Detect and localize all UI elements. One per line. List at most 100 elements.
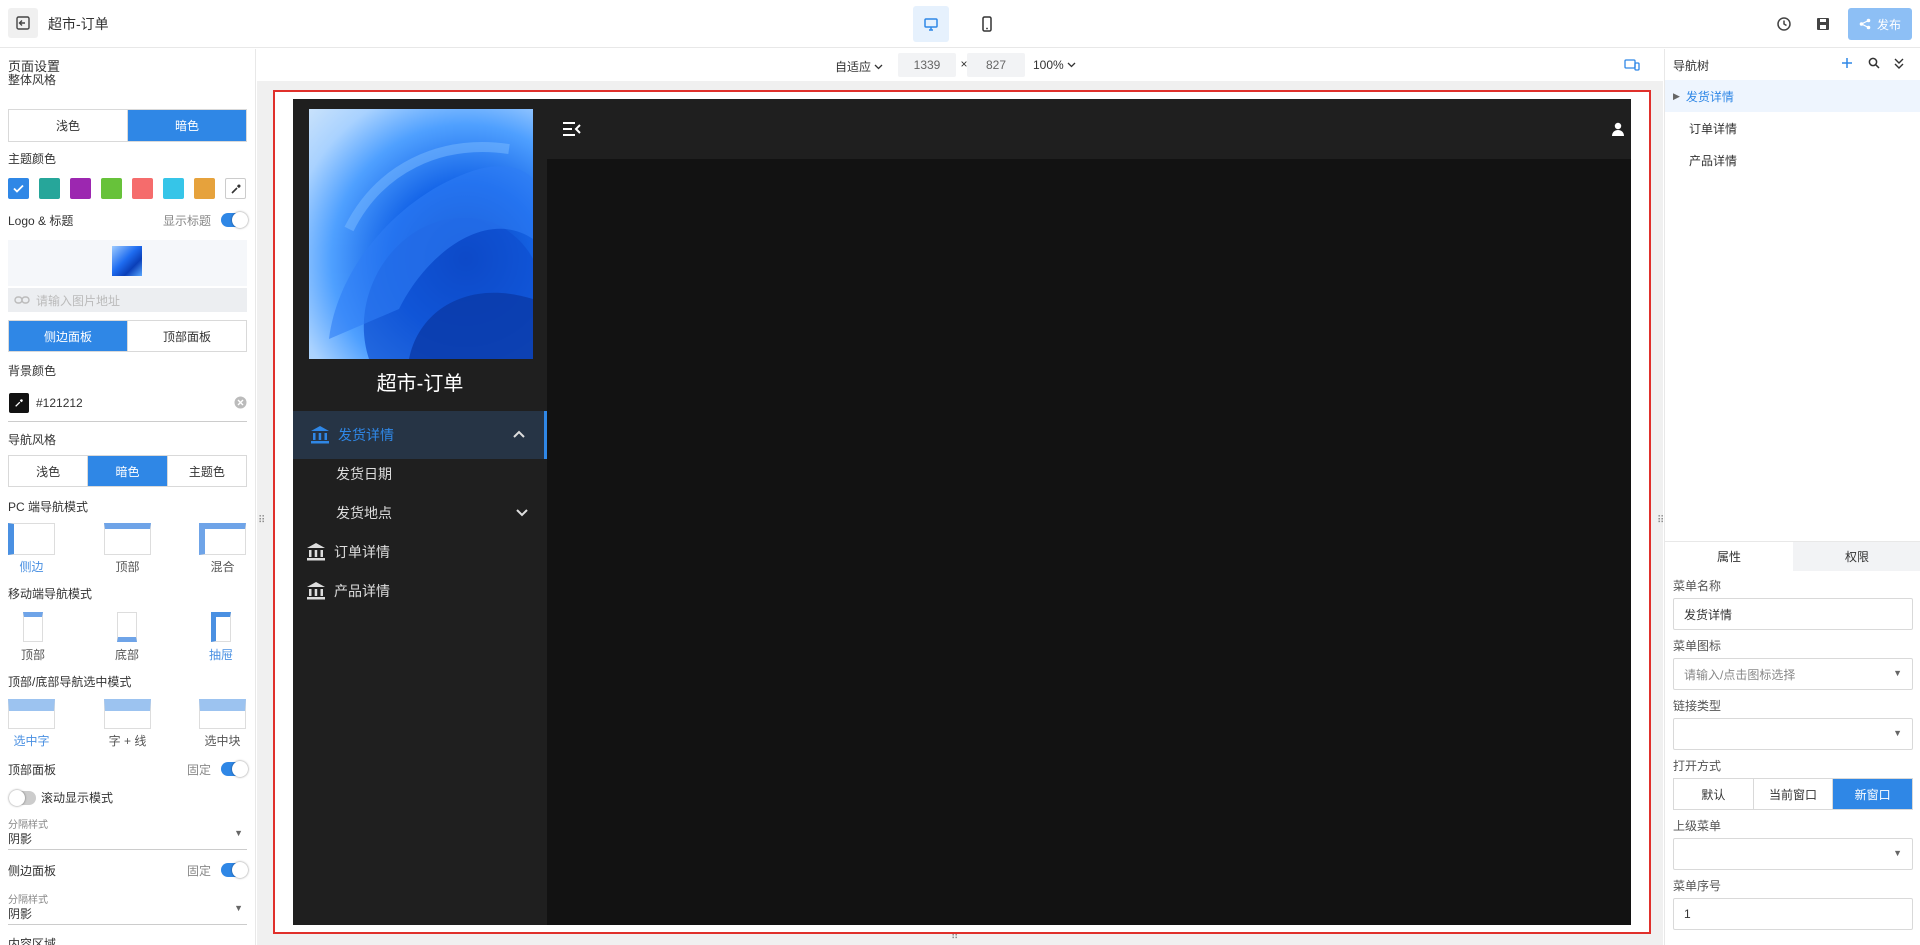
left-resize-handle[interactable]: ⠿ [258, 515, 265, 526]
canvas-height-input[interactable]: 827 [967, 53, 1025, 77]
link-type-select[interactable]: ▼ [1673, 718, 1913, 750]
open-mode-default[interactable]: 默认 [1674, 779, 1754, 809]
nav-style-dark-option[interactable]: 暗色 [88, 456, 168, 486]
history-icon[interactable] [1774, 14, 1794, 34]
theme-color-swatch-cyan[interactable] [163, 178, 184, 199]
add-icon[interactable] [1841, 57, 1853, 69]
chevron-down-icon [874, 64, 883, 69]
publish-label: 发布 [1876, 17, 1901, 32]
top-panel-fixed-toggle[interactable] [221, 761, 248, 777]
bank-icon [307, 543, 325, 561]
mobile-nav-mode-label: 移动端导航模式 [8, 587, 93, 601]
responsive-preview-icon[interactable] [1624, 58, 1640, 72]
app-preview: 超市-订单 发货详情 发货日期 发货地点 订单详情 产品详情 [293, 99, 1631, 925]
menu-icon-label: 菜单图标 [1673, 639, 1722, 653]
tab-properties[interactable]: 属性 [1665, 542, 1793, 571]
desktop-icon [924, 18, 938, 31]
pc-nav-side-thumb[interactable] [8, 523, 55, 555]
theme-color-swatch-purple[interactable] [70, 178, 91, 199]
top-sep-style-select[interactable]: 分隔样式 阴影 ▼ [8, 816, 247, 850]
collapse-all-icon[interactable] [1894, 57, 1904, 69]
app-title: 超市-订单 [48, 16, 109, 32]
user-icon[interactable] [1611, 122, 1625, 136]
mobile-nav-drawer-thumb[interactable] [211, 612, 231, 642]
mobile-nav-top-thumb[interactable] [23, 612, 43, 642]
preview-nav-item-product-details[interactable]: 产品详情 [293, 567, 547, 615]
pc-nav-top-label: 顶部 [115, 560, 140, 574]
theme-color-swatch-red[interactable] [132, 178, 153, 199]
open-mode-new-window[interactable]: 新窗口 [1833, 779, 1913, 809]
show-title-toggle[interactable] [221, 212, 248, 228]
caret-right-icon[interactable]: ▶ [1673, 91, 1680, 102]
top-sep-style-label: 分隔样式 [8, 820, 48, 831]
bg-color-field[interactable]: #121212 [8, 392, 247, 422]
select-mode-block-thumb[interactable] [199, 699, 246, 729]
theme-color-swatch-blue[interactable] [8, 178, 29, 199]
color-picker-button[interactable] [225, 178, 246, 199]
menu-fold-icon[interactable] [563, 122, 581, 136]
scroll-mode-toggle[interactable] [9, 790, 36, 806]
top-panel-option[interactable]: 顶部面板 [128, 321, 246, 351]
side-panel-label: 侧边面板 [8, 864, 57, 878]
side-sep-style-select[interactable]: 分隔样式 阴影 ▼ [8, 891, 247, 925]
bg-color-swatch[interactable] [9, 393, 29, 413]
scroll-mode-label: 滚动显示模式 [41, 791, 114, 805]
top-panel-fixed-label: 固定 [187, 763, 212, 777]
canvas-toolbar: 自适应 1339 × 827 100% [257, 49, 1663, 81]
menu-icon-placeholder: 请输入/点击图标选择 [1684, 667, 1796, 682]
parent-menu-select[interactable]: ▼ [1673, 838, 1913, 870]
canvas-width-input[interactable]: 1339 [898, 53, 956, 77]
side-panel-option[interactable]: 侧边面板 [9, 321, 128, 351]
pc-nav-mode-label: PC 端导航模式 [8, 500, 89, 514]
nav-style-theme-option[interactable]: 主题色 [168, 456, 246, 486]
tab-permissions[interactable]: 权限 [1793, 542, 1920, 571]
publish-button[interactable]: 发布 [1848, 8, 1912, 40]
select-mode-block-label: 选中块 [204, 734, 241, 748]
image-url-input[interactable]: 请输入图片地址 [8, 288, 247, 312]
select-mode-line-thumb[interactable] [104, 699, 151, 729]
theme-color-swatch-teal[interactable] [39, 178, 60, 199]
tree-item-order-details[interactable]: 订单详情 [1665, 112, 1920, 144]
check-icon [13, 184, 24, 193]
clear-icon[interactable] [234, 396, 247, 409]
style-dark-option[interactable]: 暗色 [128, 110, 246, 141]
bank-icon [307, 582, 325, 600]
chevron-down-icon [1067, 62, 1076, 68]
chevron-down-icon [516, 509, 528, 517]
top-bar: 超市-订单 发布 [0, 0, 1920, 48]
tree-item-shipping-details[interactable]: ▶ 发货详情 [1665, 80, 1920, 112]
select-mode-text-thumb[interactable] [8, 699, 55, 729]
caret-down-icon: ▼ [234, 903, 243, 913]
chevron-up-icon [513, 430, 525, 438]
save-icon[interactable] [1813, 14, 1833, 34]
bg-color-label: 背景颜色 [8, 364, 57, 378]
fit-select[interactable]: 自适应 [835, 58, 883, 75]
theme-color-swatch-orange[interactable] [194, 178, 215, 199]
menu-name-input[interactable]: 发货详情 [1673, 598, 1913, 630]
preview-nav-label: 发货地点 [336, 505, 392, 521]
open-mode-current-window[interactable]: 当前窗口 [1754, 779, 1834, 809]
tree-item-product-details[interactable]: 产品详情 [1665, 144, 1920, 176]
back-button[interactable] [8, 8, 38, 38]
select-mode-label: 顶部/底部导航选中模式 [8, 675, 132, 689]
search-icon[interactable] [1868, 57, 1880, 69]
pc-nav-mixed-thumb[interactable] [199, 523, 246, 555]
preview-nav-label: 订单详情 [334, 544, 390, 560]
logo-preview-box[interactable] [8, 240, 247, 286]
preview-logo-image [309, 109, 533, 359]
theme-color-swatch-green[interactable] [101, 178, 122, 199]
menu-icon-select[interactable]: 请输入/点击图标选择 ▼ [1673, 658, 1913, 690]
mobile-nav-bottom-thumb[interactable] [117, 612, 137, 642]
mobile-nav-drawer-label: 抽屉 [208, 648, 233, 662]
select-mode-line-label: 字 + 线 [108, 734, 147, 748]
pc-nav-side-label: 侧边 [19, 560, 44, 574]
mobile-view-button[interactable] [969, 6, 1005, 42]
style-light-option[interactable]: 浅色 [9, 110, 128, 141]
preview-app-title: 超市-订单 [376, 373, 464, 395]
pc-nav-top-thumb[interactable] [104, 523, 151, 555]
menu-order-input[interactable]: 1 [1673, 898, 1913, 930]
nav-style-light-option[interactable]: 浅色 [9, 456, 89, 486]
desktop-view-button[interactable] [913, 6, 949, 42]
zoom-select[interactable]: 100% [1033, 58, 1076, 72]
side-panel-fixed-toggle[interactable] [221, 862, 248, 878]
